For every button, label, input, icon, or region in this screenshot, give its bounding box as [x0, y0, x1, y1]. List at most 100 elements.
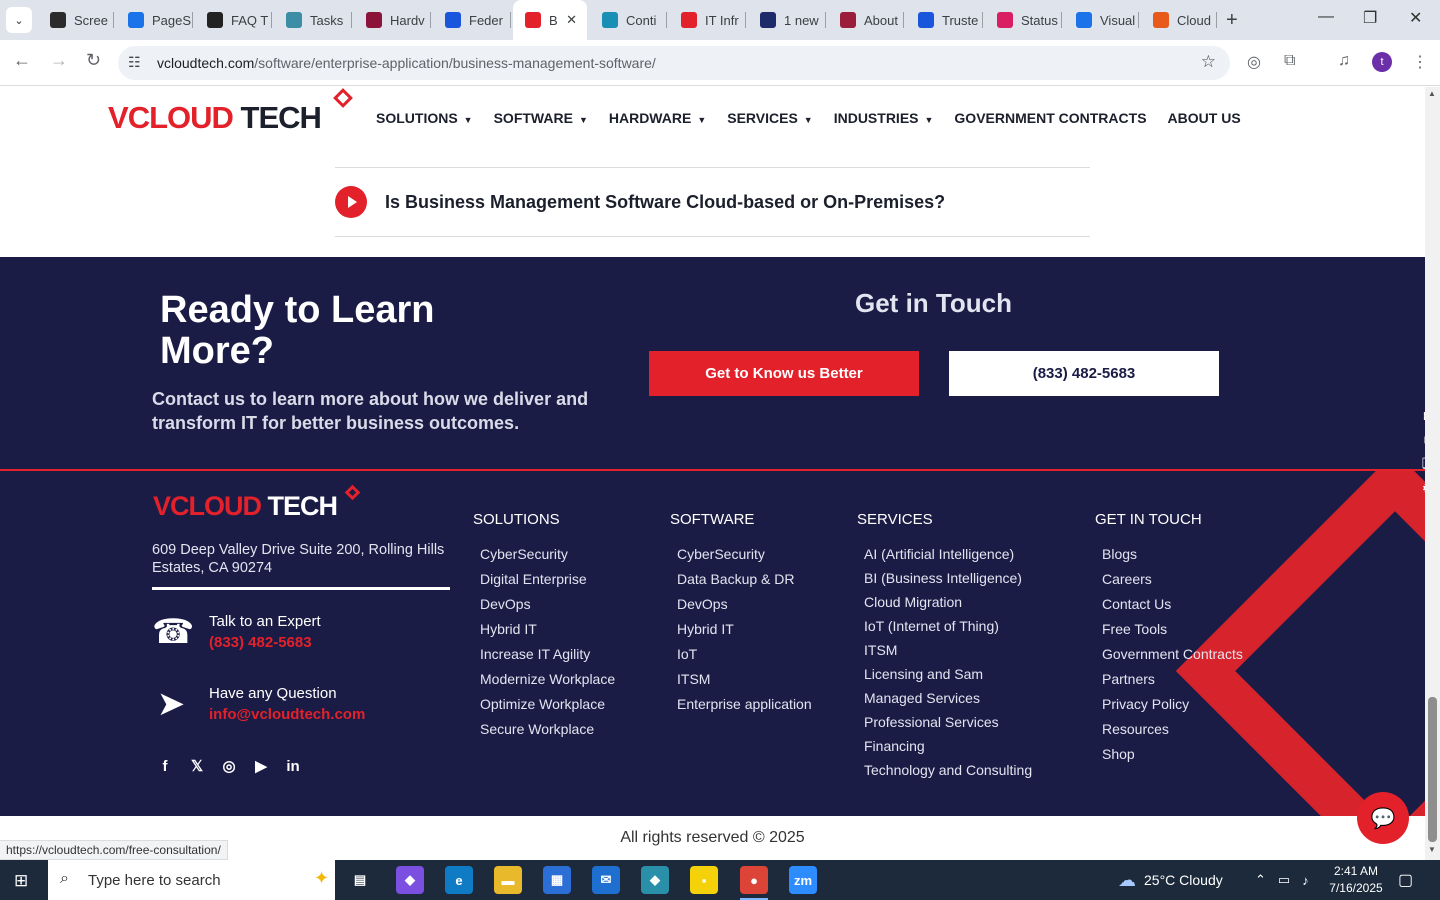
footer-link[interactable]: Financing: [864, 734, 1032, 758]
footer-link[interactable]: Managed Services: [864, 686, 1032, 710]
browser-tab[interactable]: Visual: [1064, 0, 1139, 40]
scroll-down-icon[interactable]: ▼: [1428, 845, 1436, 854]
footer-link[interactable]: Professional Services: [864, 710, 1032, 734]
footer-link[interactable]: Blogs: [1102, 542, 1243, 567]
browser-tab[interactable]: Hardv: [354, 0, 431, 40]
footer-link[interactable]: Technology and Consulting: [864, 758, 1032, 782]
volume-icon[interactable]: ♪: [1302, 873, 1309, 888]
sticky-notes-icon[interactable]: ▪: [690, 866, 718, 894]
address-bar[interactable]: ☷ vcloudtech.com/software/enterprise-app…: [118, 46, 1230, 80]
instagram-icon[interactable]: ◎: [220, 757, 238, 775]
footer-link[interactable]: Increase IT Agility: [480, 642, 615, 667]
tab-search-button[interactable]: ⌄: [6, 7, 32, 33]
site-info-icon[interactable]: ☷: [128, 54, 141, 71]
taskbar-search[interactable]: ⌕ Type here to search ✦: [48, 860, 335, 900]
nav-item-industries[interactable]: INDUSTRIES ▼: [834, 110, 934, 126]
footer-link[interactable]: Digital Enterprise: [480, 567, 615, 592]
get-to-know-us-button[interactable]: Get to Know us Better: [649, 351, 919, 396]
footer-logo[interactable]: VCLOUD TECH: [153, 491, 338, 522]
windows-start-icon[interactable]: ⊞: [14, 871, 28, 891]
browser-tab[interactable]: Scree: [38, 0, 114, 40]
footer-link[interactable]: Optimize Workplace: [480, 692, 615, 717]
footer-link[interactable]: IoT: [677, 642, 812, 667]
url-text[interactable]: vcloudtech.com/software/enterprise-appli…: [157, 55, 656, 71]
footer-link[interactable]: Government Contracts: [1102, 642, 1243, 667]
footer-link[interactable]: CyberSecurity: [677, 542, 812, 567]
browser-tab[interactable]: Tasks: [274, 0, 352, 40]
browser-tab[interactable]: B ✕: [513, 0, 587, 40]
nav-item-government-contracts[interactable]: GOVERNMENT CONTRACTS: [954, 110, 1146, 126]
store-icon[interactable]: ▦: [543, 866, 571, 894]
footer-link[interactable]: Licensing and Sam: [864, 662, 1032, 686]
site-logo[interactable]: VCLOUD TECH: [108, 100, 322, 136]
browser-tab[interactable]: IT Infr: [669, 0, 746, 40]
faq-play-icon[interactable]: [335, 186, 367, 218]
footer-link[interactable]: DevOps: [677, 592, 812, 617]
media-control-icon[interactable]: ♫: [1338, 52, 1350, 70]
nav-item-services[interactable]: SERVICES ▼: [727, 110, 812, 126]
browser-tab[interactable]: Status: [985, 0, 1062, 40]
file-explorer-icon[interactable]: ▬: [494, 866, 522, 894]
facebook-icon[interactable]: f: [156, 757, 174, 775]
footer-link[interactable]: Cloud Migration: [864, 590, 1032, 614]
browser-tab[interactable]: Feder: [433, 0, 511, 40]
forward-icon[interactable]: →: [50, 50, 68, 71]
browser-tab[interactable]: 1 new: [748, 0, 826, 40]
footer-link[interactable]: Modernize Workplace: [480, 667, 615, 692]
nav-item-about-us[interactable]: ABOUT US: [1168, 110, 1241, 126]
browser-tab[interactable]: About: [828, 0, 904, 40]
linkedin-icon[interactable]: in: [284, 757, 302, 775]
reload-icon[interactable]: ↻: [86, 50, 101, 71]
back-icon[interactable]: ←: [13, 50, 31, 71]
youtube-icon[interactable]: ▶: [252, 757, 270, 775]
mail-icon[interactable]: ✉: [592, 866, 620, 894]
tray-overflow-icon[interactable]: ⌃: [1255, 872, 1266, 888]
footer-link[interactable]: Hybrid IT: [677, 617, 812, 642]
browser-tab[interactable]: Conti: [590, 0, 667, 40]
footer-link[interactable]: Contact Us: [1102, 592, 1243, 617]
edge-icon[interactable]: e: [445, 866, 473, 894]
page-scrollbar[interactable]: ▲ ▼: [1425, 87, 1440, 860]
browser-tab[interactable]: Truste: [906, 0, 983, 40]
footer-link[interactable]: Free Tools: [1102, 617, 1243, 642]
task-view-icon[interactable]: ▤: [346, 866, 374, 894]
weather-widget[interactable]: ☁ 25°C Cloudy: [1118, 860, 1223, 900]
footer-link[interactable]: DevOps: [480, 592, 615, 617]
browser-tab[interactable]: FAQ T: [195, 0, 272, 40]
faq-question[interactable]: Is Business Management Software Cloud-ba…: [385, 192, 945, 213]
new-tab-button[interactable]: +: [1226, 9, 1238, 32]
taskbar-search-placeholder[interactable]: Type here to search: [88, 872, 221, 889]
nav-item-solutions[interactable]: SOLUTIONS ▼: [376, 110, 473, 126]
chat-widget-icon[interactable]: 💬: [1357, 792, 1409, 844]
scroll-up-icon[interactable]: ▲: [1428, 89, 1436, 98]
browser-tab[interactable]: PageS: [116, 0, 193, 40]
translate-icon[interactable]: ◎: [1247, 52, 1261, 72]
maximize-icon[interactable]: ❐: [1363, 8, 1377, 28]
close-window-icon[interactable]: ✕: [1409, 8, 1422, 28]
minimize-icon[interactable]: —: [1318, 8, 1334, 26]
footer-link[interactable]: Privacy Policy: [1102, 692, 1243, 717]
profile-avatar[interactable]: t: [1372, 52, 1392, 72]
phone-button[interactable]: (833) 482-5683: [949, 351, 1219, 396]
footer-link[interactable]: Enterprise application: [677, 692, 812, 717]
menu-icon[interactable]: ⋮: [1412, 52, 1428, 72]
footer-link[interactable]: Hybrid IT: [480, 617, 615, 642]
copilot-icon[interactable]: ◆: [396, 866, 424, 894]
network-icon[interactable]: ▭: [1278, 872, 1290, 888]
footer-link[interactable]: AI (Artificial Intelligence): [864, 542, 1032, 566]
zoom-icon[interactable]: zm: [789, 866, 817, 894]
bookmark-star-icon[interactable]: ☆: [1201, 52, 1216, 72]
footer-link[interactable]: BI (Business Intelligence): [864, 566, 1032, 590]
chrome-icon[interactable]: ●: [740, 866, 768, 900]
scrollbar-thumb[interactable]: [1428, 697, 1437, 842]
footer-link[interactable]: Resources: [1102, 717, 1243, 742]
email-link[interactable]: info@vcloudtech.com: [209, 706, 365, 723]
faq-item[interactable]: Is Business Management Software Cloud-ba…: [335, 186, 945, 218]
footer-link[interactable]: CyberSecurity: [480, 542, 615, 567]
taskbar-clock[interactable]: 2:41 AM 7/16/2025: [1326, 863, 1386, 897]
app-diamond-icon[interactable]: ◆: [641, 866, 669, 894]
search-highlight-icon[interactable]: ✦: [314, 868, 329, 889]
x-twitter-icon[interactable]: 𝕏: [188, 757, 206, 775]
nav-item-software[interactable]: SOFTWARE ▼: [494, 110, 588, 126]
nav-item-hardware[interactable]: HARDWARE ▼: [609, 110, 706, 126]
